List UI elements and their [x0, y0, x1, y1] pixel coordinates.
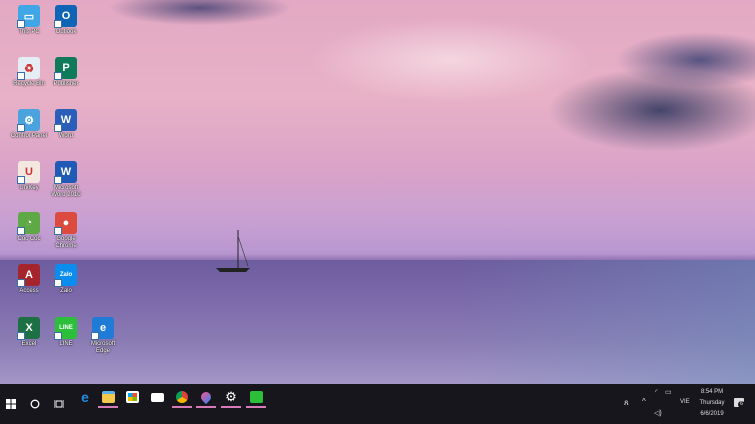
desktop-icon-label: Cốc Cốc	[17, 236, 41, 242]
taskbar-edge[interactable]: e	[74, 384, 96, 410]
line-icon: LINE	[54, 317, 77, 340]
desktop-icon-label: Zalo	[60, 288, 72, 294]
battery-icon[interactable]: ▭	[665, 388, 672, 396]
clock-time: 8:54 PM	[700, 389, 724, 395]
windows-icon	[6, 399, 16, 409]
unikey-icon: U	[17, 161, 40, 184]
cortana-icon	[30, 399, 40, 409]
this-pc-icon: ▭	[17, 5, 40, 28]
zalo-icon: Zalo	[54, 264, 77, 287]
access-icon: A	[17, 264, 40, 287]
taskbar: e ⚙ ጸ ^ ◜ ▭ ◁) VIE 8:54 PM Thursday 6/6/…	[0, 384, 755, 424]
mail-icon	[150, 392, 164, 402]
taskbar-chrome[interactable]	[171, 384, 193, 410]
desktop-icon-label: This PC	[18, 29, 40, 35]
task-view-button[interactable]	[48, 384, 70, 424]
maps-icon	[198, 389, 214, 405]
desktop-icon-zalo[interactable]: Zalo Zalo	[46, 264, 86, 295]
desktop-icon-word[interactable]: W Word	[46, 109, 86, 140]
desktop-icon-google-chrome[interactable]: ● Google Chrome	[46, 212, 86, 250]
desktop-icon-label: Excel	[21, 341, 37, 347]
recycle-bin-icon: ♻	[17, 57, 40, 80]
gear-icon: ⚙	[225, 389, 237, 404]
microsoft-word-2010-icon: W	[54, 161, 77, 184]
desktop-icon-label: Outlook	[55, 29, 77, 35]
notification-count: 6	[738, 401, 745, 408]
desktop-icon-control-panel[interactable]: ⚙ Control Panel	[9, 109, 49, 140]
chevron-up-icon[interactable]: ^	[642, 397, 646, 406]
taskbar-mail[interactable]	[146, 384, 168, 410]
publisher-icon: P	[54, 57, 77, 80]
desktop-icon-excel[interactable]: X Excel	[9, 317, 49, 348]
people-icon[interactable]: ጸ	[624, 398, 629, 408]
line-icon	[249, 391, 263, 403]
desktop-icon-label: LINE	[59, 341, 73, 347]
desktop-icon-line[interactable]: LINE LINE	[46, 317, 86, 348]
desktop-icon-label: UniKey	[19, 185, 39, 191]
word-icon: W	[54, 109, 77, 132]
chrome-icon	[176, 391, 188, 403]
control-panel-icon: ⚙	[17, 109, 40, 132]
notification-center-button[interactable]: 6	[734, 398, 745, 408]
desktop-icon-label: Word	[58, 133, 74, 139]
desktop-icon-access[interactable]: A Access	[9, 264, 49, 295]
volume-icon[interactable]: ◁)	[654, 409, 662, 417]
desktop-icon-label: Access	[19, 288, 39, 294]
desktop-icon-this-pc[interactable]: ▭ This PC	[9, 5, 49, 36]
edge-icon: e	[81, 389, 89, 405]
search-button[interactable]	[24, 384, 46, 424]
desktop-icon-label: Publisher	[53, 81, 79, 87]
desktop-icon-c-c-c-c[interactable]: ◔ Cốc Cốc	[9, 212, 49, 243]
clock-day: Thursday	[699, 400, 725, 406]
desktop-icon-publisher[interactable]: P Publisher	[46, 57, 86, 88]
clock[interactable]: 8:54 PM Thursday 6/6/2019	[692, 387, 732, 420]
outlook-icon: O	[54, 5, 77, 28]
excel-icon: X	[17, 317, 40, 340]
desktop-icon-label: Recycle Bin	[13, 81, 45, 87]
desktop-icon-outlook[interactable]: O Outlook	[46, 5, 86, 36]
clock-date: 6/6/2019	[700, 411, 724, 417]
c-c-c-c-icon: ◔	[17, 212, 40, 235]
taskbar-settings[interactable]: ⚙	[220, 384, 242, 410]
task-view-icon	[54, 400, 64, 408]
start-button[interactable]	[0, 384, 22, 424]
desktop-icon-recycle-bin[interactable]: ♻ Recycle Bin	[9, 57, 49, 88]
sailboat	[216, 230, 250, 272]
language-indicator[interactable]: VIE	[680, 399, 690, 405]
desktop-icon-label: Microsoft Word 2010	[51, 185, 81, 198]
desktop-icon-label: Google Chrome	[55, 236, 77, 249]
taskbar-store[interactable]	[121, 384, 143, 410]
taskbar-maps[interactable]	[195, 384, 217, 410]
wifi-icon[interactable]: ◜	[655, 388, 658, 396]
desktop-icon-label: Control Panel	[10, 133, 48, 139]
desktop-icon-label: Microsoft Edge	[90, 341, 116, 354]
google-chrome-icon: ●	[54, 212, 77, 235]
taskbar-file-explorer[interactable]	[97, 384, 119, 410]
microsoft-edge-icon: e	[91, 317, 114, 340]
desktop-icon-unikey[interactable]: U UniKey	[9, 161, 49, 192]
folder-icon	[101, 391, 115, 403]
taskbar-line[interactable]	[245, 384, 267, 410]
desktop-icon-microsoft-edge[interactable]: e Microsoft Edge	[83, 317, 123, 355]
store-icon	[125, 391, 139, 403]
desktop-icon-microsoft-word-2010[interactable]: W Microsoft Word 2010	[46, 161, 86, 199]
